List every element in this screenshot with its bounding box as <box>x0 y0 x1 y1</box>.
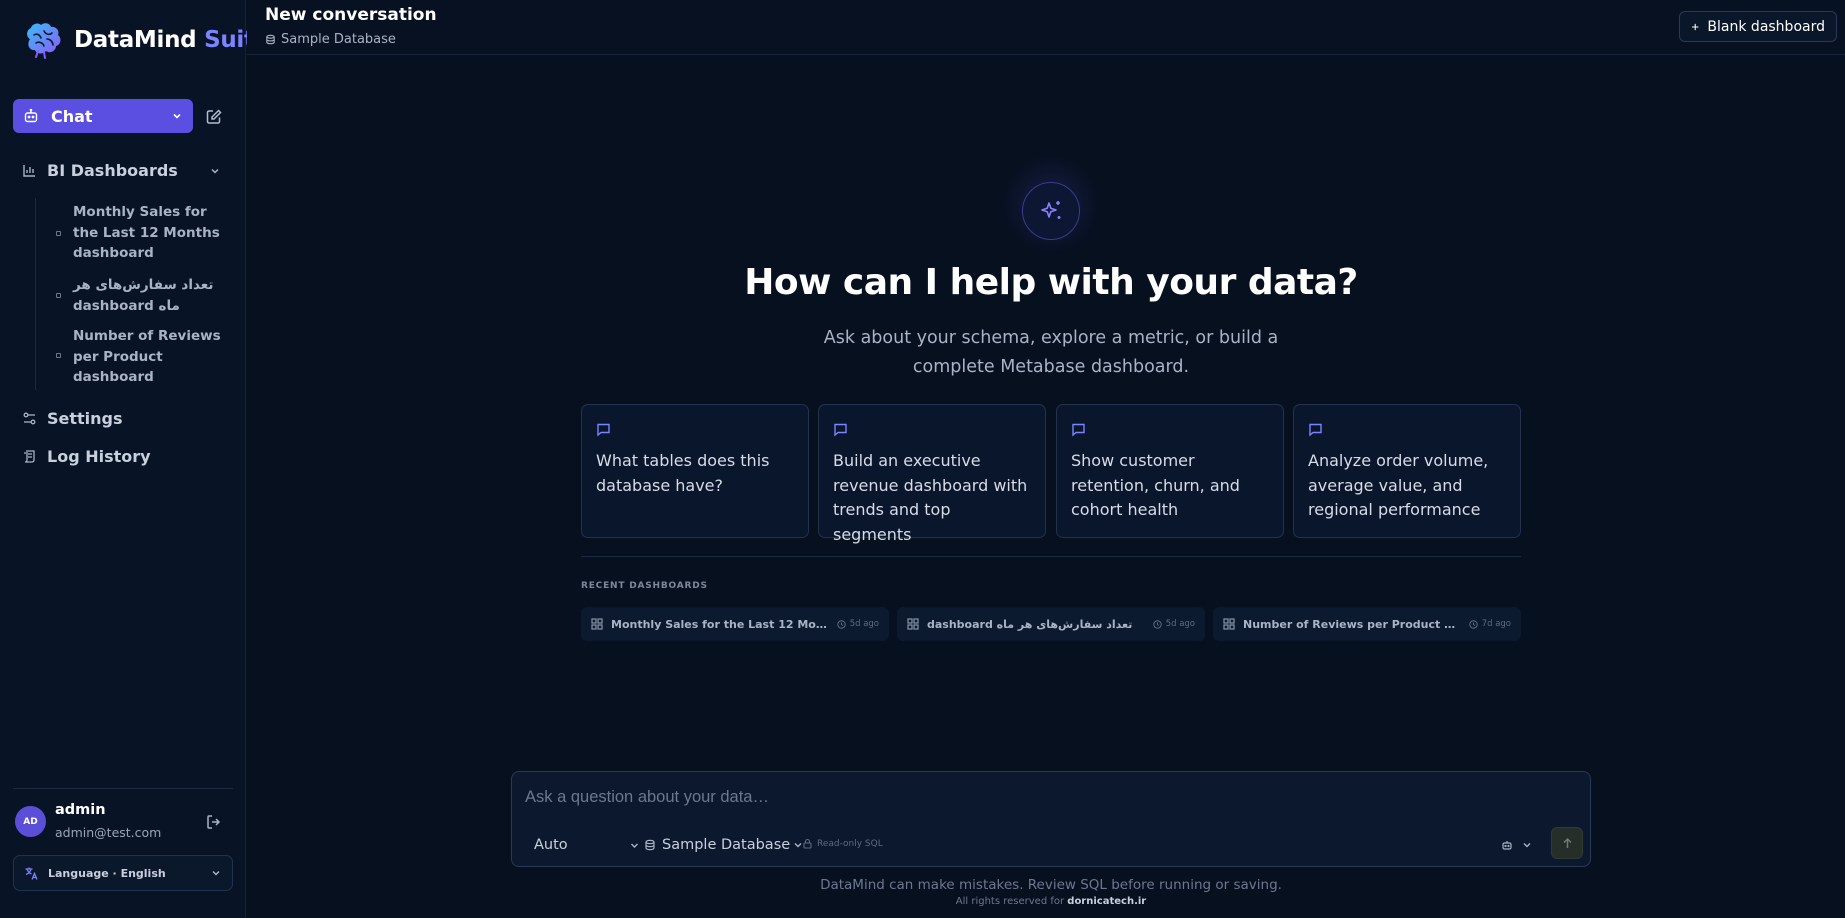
nav-settings[interactable]: Settings <box>22 407 123 429</box>
suggestion-card[interactable]: Build an executive revenue dashboard wit… <box>818 404 1046 544</box>
bar-chart-icon <box>23 164 35 177</box>
recent-dashboard-name: تعداد سفارش‌های هر ماه dashboard <box>927 617 1133 631</box>
dashboard-bullet-icon <box>56 231 61 236</box>
mode-select-label: Chat <box>51 106 93 126</box>
readonly-indicator: Read-only SQL <box>802 838 883 849</box>
copyright-link[interactable]: dornicatech.ir <box>1067 896 1146 907</box>
sidebar-divider <box>13 788 233 789</box>
nav-settings-label: Settings <box>47 408 123 428</box>
recent-dashboard-time: 7d ago <box>1481 619 1511 629</box>
recent-dashboards-heading: RECENT DASHBOARDS <box>581 581 708 591</box>
recent-dashboard-item[interactable]: تعداد سفارش‌های هر ماه dashboard 5d ago <box>897 607 1205 641</box>
clock-icon <box>836 619 846 629</box>
page-title: New conversation <box>265 5 437 25</box>
logout-icon[interactable] <box>205 813 223 831</box>
sparkles-icon <box>1041 201 1061 219</box>
conversation-database-label: Sample Database <box>281 32 396 47</box>
nav-bi-dashboards-label: BI Dashboards <box>47 160 178 180</box>
nav-log-history-label: Log History <box>47 446 151 466</box>
sidebar-dashboard-item[interactable]: تعداد سفارش‌های هر ماه dashboard <box>56 275 226 316</box>
message-icon <box>597 423 610 437</box>
recent-dashboard-time: 5d ago <box>1165 619 1195 629</box>
hero-badge <box>1022 182 1080 240</box>
sidebar-dashboard-label: تعداد سفارش‌های هر ماه dashboard <box>73 277 214 314</box>
dashboard-grid-icon <box>907 618 919 630</box>
bot-icon <box>24 108 38 123</box>
recent-dashboard-item[interactable]: Monthly Sales for the Last 12 Months das… <box>581 607 889 641</box>
language-select-label: Language · English <box>48 866 166 880</box>
suggestion-card[interactable]: Show customer retention, churn, and coho… <box>1056 404 1284 538</box>
message-icon <box>1072 423 1085 437</box>
user-name: admin <box>55 802 106 818</box>
recent-dashboard-name: Number of Reviews per Product dashboard <box>1243 617 1461 631</box>
suggestion-card[interactable]: What tables does this database have? <box>581 404 809 538</box>
sidebar-dashboard-label: Monthly Sales for the Last 12 Months das… <box>73 204 220 261</box>
lock-icon <box>803 838 812 849</box>
dashboard-bullet-icon <box>56 293 61 298</box>
recent-dashboard-item[interactable]: Number of Reviews per Product dashboard … <box>1213 607 1521 641</box>
disclaimer: DataMind can make mistakes. Review SQL b… <box>820 877 1282 893</box>
question-input[interactable] <box>525 785 1525 809</box>
brain-logo-icon <box>27 23 61 59</box>
plus-icon <box>1692 23 1699 30</box>
dashboard-tree-line <box>35 198 36 390</box>
sidebar: DataMind Suite Chat BI Dashboards Monthl… <box>0 0 270 918</box>
blank-dashboard-label: Blank dashboard <box>1707 18 1825 35</box>
sidebar-dashboard-label: Number of Reviews per Product dashboard <box>73 328 221 385</box>
database-dropdown-label: Sample Database <box>662 837 791 853</box>
chevron-down-icon <box>173 113 181 119</box>
dashboard-grid-icon <box>591 618 603 630</box>
suggestion-text: What tables does this database have? <box>596 451 770 495</box>
composer: Auto Sample Database Read-only SQL <box>511 771 1591 867</box>
copyright: All rights reserved for dornicatech.ir <box>700 896 1402 907</box>
suggestion-card[interactable]: Analyze order volume, average value, and… <box>1293 404 1521 538</box>
model-select[interactable] <box>1501 836 1537 854</box>
hero-subtitle: Ask about your schema, explore a metric,… <box>823 328 1279 377</box>
chevron-down-icon <box>1523 843 1531 848</box>
sidebar-dashboard-item[interactable]: Number of Reviews per Product dashboard <box>56 326 226 388</box>
blank-dashboard-button[interactable]: Blank dashboard <box>1679 11 1837 42</box>
suggestion-text: Analyze order volume, average value, and… <box>1308 451 1489 519</box>
dashboard-bullet-icon <box>56 353 61 358</box>
user-email: admin@test.com <box>55 825 162 840</box>
dashboard-grid-icon <box>1223 618 1235 630</box>
language-select[interactable]: Language · English <box>13 855 233 891</box>
message-icon <box>834 423 847 437</box>
brand-name: DataMind Suite <box>74 27 270 53</box>
message-icon <box>1309 423 1322 437</box>
recent-dashboard-time: 5d ago <box>849 619 879 629</box>
database-dropdown[interactable]: Sample Database <box>644 834 803 856</box>
new-chat-edit-icon[interactable] <box>204 107 224 127</box>
clock-icon <box>1468 619 1478 629</box>
mode-dropdown[interactable]: Auto <box>534 834 640 856</box>
chevron-down-icon <box>212 870 220 876</box>
clock-icon <box>1152 619 1162 629</box>
translate-icon <box>25 867 38 880</box>
avatar[interactable]: AD <box>15 806 46 837</box>
conversation-database: Sample Database <box>265 32 396 47</box>
hero-title: How can I help with your data? <box>744 262 1358 303</box>
suggestion-text: Build an executive revenue dashboard wit… <box>833 451 1028 544</box>
scroll-icon <box>24 449 35 463</box>
readonly-label: Read-only SQL <box>817 838 883 849</box>
conversation-header: New conversation Sample Database Blank d… <box>247 0 1845 55</box>
nav-log-history[interactable]: Log History <box>22 445 151 467</box>
mode-select[interactable]: Chat <box>13 99 193 133</box>
copyright-text: All rights reserved for <box>955 896 1065 907</box>
brand[interactable]: DataMind Suite <box>22 20 270 60</box>
database-icon <box>266 34 275 45</box>
suggestion-text: Show customer retention, churn, and coho… <box>1071 451 1240 519</box>
section-divider <box>581 556 1521 557</box>
sliders-icon <box>23 412 36 424</box>
bot-icon <box>1502 841 1512 850</box>
nav-bi-dashboards[interactable]: BI Dashboards <box>22 159 178 181</box>
arrow-up-icon <box>1562 837 1572 848</box>
chevron-down-icon <box>631 843 638 848</box>
sidebar-dashboard-item[interactable]: Monthly Sales for the Last 12 Months das… <box>56 202 226 264</box>
send-button[interactable] <box>1551 827 1583 859</box>
chevron-down-icon[interactable] <box>208 164 222 178</box>
recent-dashboard-name: Monthly Sales for the Last 12 Months das… <box>611 617 829 631</box>
database-icon <box>645 839 655 851</box>
mode-dropdown-label: Auto <box>534 837 568 853</box>
